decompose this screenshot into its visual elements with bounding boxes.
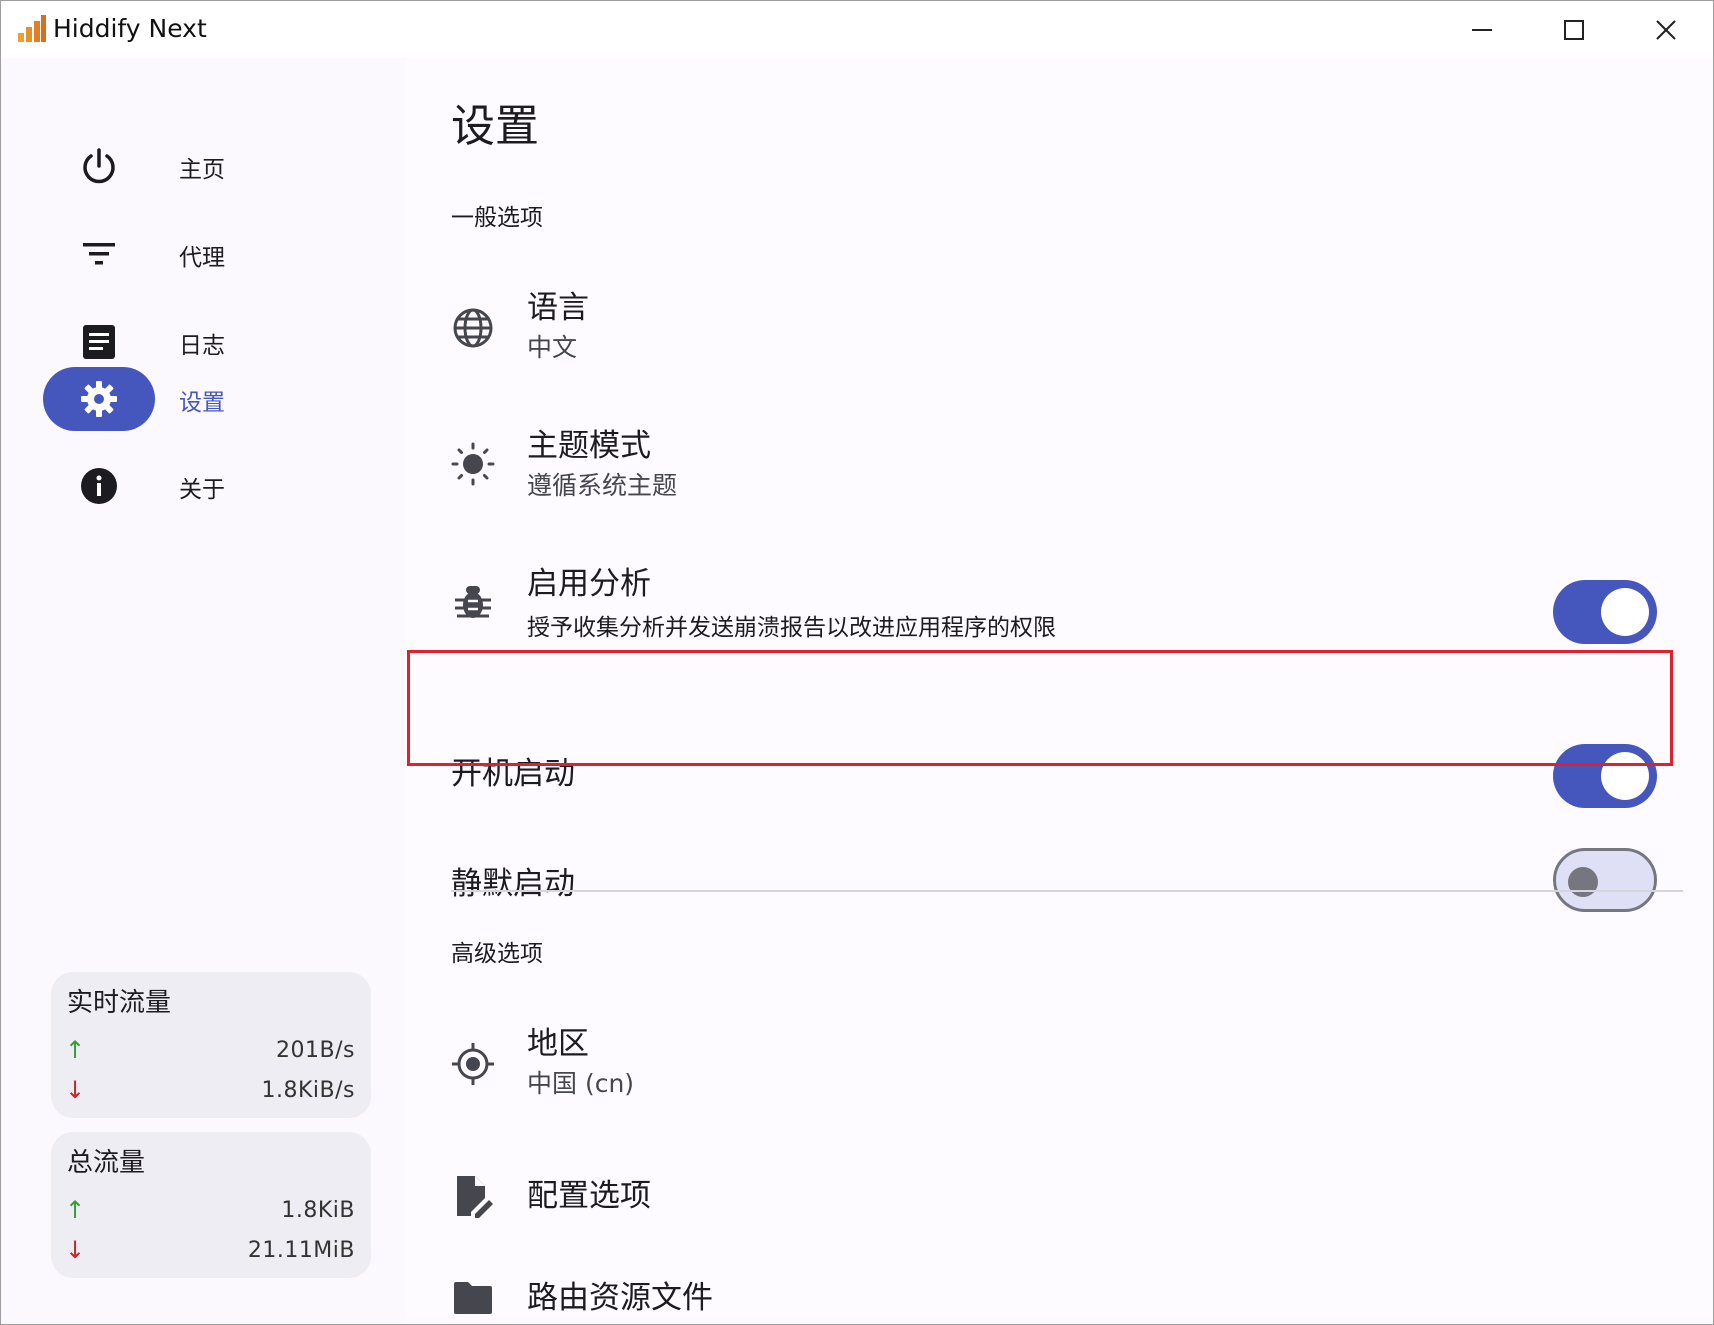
sidebar-item-label: 主页	[179, 150, 225, 184]
upload-arrow-icon: ↑	[65, 1036, 85, 1064]
brightness-icon	[451, 442, 495, 486]
upload-total: 1.8KiB	[281, 1198, 355, 1223]
close-button[interactable]	[1620, 1, 1712, 58]
setting-title: 启用分析	[527, 558, 651, 603]
analytics-toggle[interactable]	[1553, 580, 1657, 644]
app-window: Hiddify Next 主页	[0, 0, 1714, 1325]
setting-theme[interactable]: 主题模式 遵循系统主题	[405, 420, 1705, 540]
app-logo-icon	[17, 15, 47, 43]
highlight-box	[407, 650, 1673, 766]
setting-value: 中文	[527, 328, 577, 364]
document-icon	[79, 322, 119, 362]
app-title: Hiddify Next	[53, 14, 207, 43]
card-title: 实时流量	[67, 982, 171, 1019]
close-icon	[1655, 19, 1677, 41]
setting-value: 中国 (cn)	[527, 1064, 634, 1100]
section-title-general: 一般选项	[451, 198, 543, 232]
total-traffic-card: 总流量 ↑ 1.8KiB ↓ 21.11MiB	[51, 1132, 371, 1278]
silent-start-toggle[interactable]	[1553, 848, 1657, 912]
setting-title: 路由资源文件	[527, 1272, 713, 1317]
filter-icon	[79, 234, 119, 274]
realtime-traffic-card: 实时流量 ↑ 201B/s ↓ 1.8KiB/s	[51, 972, 371, 1118]
sidebar: 主页 代理 日志	[1, 58, 405, 1325]
download-arrow-icon: ↓	[65, 1236, 85, 1264]
toggle-knob	[1568, 867, 1598, 897]
globe-icon	[452, 307, 494, 349]
setting-title: 主题模式	[527, 420, 651, 465]
bug-icon	[453, 582, 493, 622]
maximize-button[interactable]	[1528, 1, 1620, 58]
setting-config-options[interactable]: 配置选项	[405, 1158, 1705, 1238]
minimize-icon	[1471, 19, 1493, 41]
section-divider	[451, 890, 1683, 892]
setting-silent-start[interactable]: 静默启动	[405, 820, 1705, 920]
minimize-button[interactable]	[1436, 1, 1528, 58]
page-title: 设置	[451, 90, 539, 154]
download-rate: 1.8KiB/s	[262, 1078, 356, 1103]
setting-routing-assets[interactable]: 路由资源文件	[405, 1260, 1705, 1325]
title-bar: Hiddify Next	[1, 1, 1713, 58]
sidebar-item-about[interactable]: 关于	[1, 454, 405, 520]
setting-title: 地区	[527, 1018, 589, 1063]
edit-document-icon	[453, 1174, 493, 1218]
setting-description: 授予收集分析并发送崩溃报告以改进应用程序的权限	[527, 608, 1056, 642]
folder-icon	[452, 1280, 494, 1316]
section-title-advanced: 高级选项	[451, 934, 543, 968]
upload-arrow-icon: ↑	[65, 1196, 85, 1224]
setting-region[interactable]: 地区 中国 (cn)	[405, 1018, 1705, 1138]
sidebar-item-label: 代理	[179, 238, 225, 272]
download-total: 21.11MiB	[248, 1238, 355, 1263]
sidebar-item-settings[interactable]: 设置	[1, 367, 405, 433]
sidebar-item-proxy[interactable]: 代理	[1, 222, 405, 288]
download-arrow-icon: ↓	[65, 1076, 85, 1104]
upload-rate: 201B/s	[276, 1038, 355, 1063]
power-icon	[79, 146, 119, 186]
gear-icon	[79, 379, 119, 419]
setting-title: 语言	[527, 282, 589, 327]
setting-title: 配置选项	[527, 1170, 651, 1215]
setting-value: 遵循系统主题	[527, 466, 677, 502]
setting-title: 静默启动	[451, 858, 575, 903]
sidebar-item-home[interactable]: 主页	[1, 134, 405, 200]
sidebar-item-label: 日志	[179, 326, 225, 360]
toggle-knob	[1601, 588, 1649, 636]
location-icon	[451, 1042, 495, 1086]
sidebar-item-label: 设置	[179, 383, 225, 417]
maximize-icon	[1563, 19, 1585, 41]
info-icon	[79, 466, 119, 506]
card-title: 总流量	[67, 1142, 145, 1179]
setting-language[interactable]: 语言 中文	[405, 282, 1705, 402]
sidebar-item-label: 关于	[179, 470, 225, 504]
